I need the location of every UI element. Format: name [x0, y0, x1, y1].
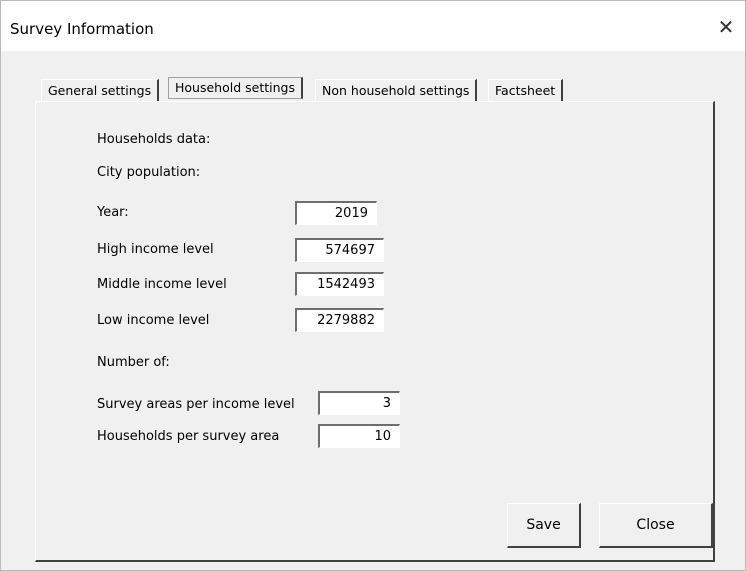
- survey-information-dialog: Survey Information ✕ General settings Ho…: [0, 0, 746, 571]
- title-bar: Survey Information ✕: [1, 1, 745, 51]
- city-population-heading: City population:: [97, 165, 201, 180]
- high-income-field[interactable]: 574697: [295, 238, 384, 262]
- window-title: Survey Information: [10, 20, 154, 38]
- close-window-icon[interactable]: ✕: [714, 15, 738, 39]
- number-of-heading: Number of:: [97, 355, 170, 370]
- tab-factsheet[interactable]: Factsheet: [488, 79, 564, 103]
- low-income-field[interactable]: 2279882: [295, 308, 384, 332]
- middle-income-label: Middle income level: [97, 277, 227, 292]
- tab-general-settings[interactable]: General settings: [41, 79, 160, 103]
- middle-income-field[interactable]: 1542493: [295, 272, 384, 296]
- survey-areas-label: Survey areas per income level: [97, 397, 295, 412]
- low-income-label: Low income level: [97, 313, 210, 328]
- survey-areas-field[interactable]: 3: [318, 391, 400, 415]
- save-button[interactable]: Save: [507, 503, 581, 548]
- high-income-label: High income level: [97, 242, 214, 257]
- households-per-area-field[interactable]: 10: [318, 424, 400, 448]
- households-data-heading: Households data:: [97, 132, 211, 147]
- tab-non-household-settings[interactable]: Non household settings: [315, 79, 478, 103]
- households-per-area-label: Households per survey area: [97, 429, 280, 444]
- year-label: Year:: [97, 205, 129, 220]
- close-button[interactable]: Close: [599, 503, 713, 548]
- tab-household-settings[interactable]: Household settings: [168, 77, 303, 99]
- year-field[interactable]: 2019: [295, 201, 377, 225]
